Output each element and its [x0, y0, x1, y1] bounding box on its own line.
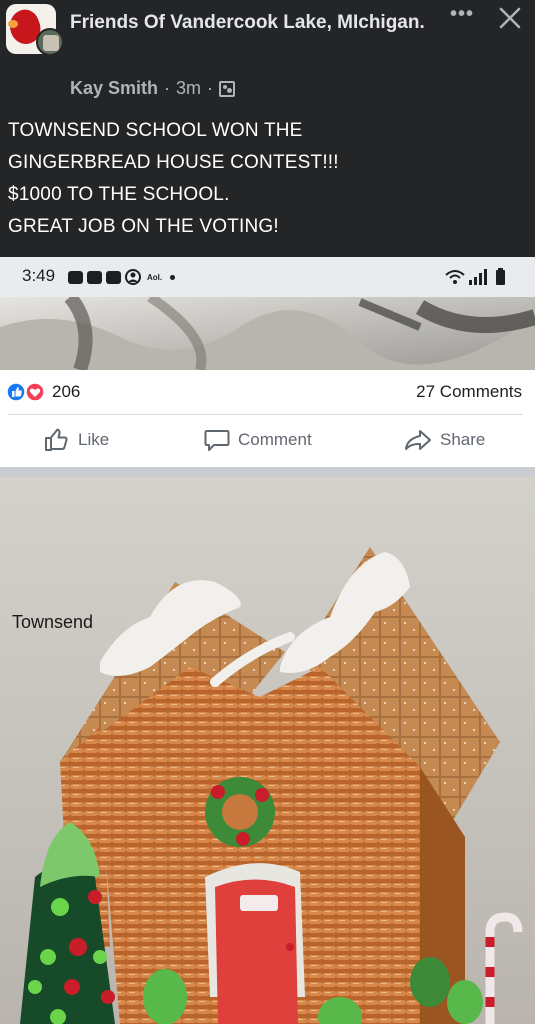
like-button[interactable]: Like	[44, 428, 109, 452]
author-name[interactable]: Kay Smith	[70, 78, 158, 99]
status-time: 3:49	[22, 266, 56, 285]
shared-screenshot[interactable]: 3:49 Aol. 206 27 Comments Like Comment S…	[0, 257, 535, 1024]
post-line: GINGERBREAD HOUSE CONTEST!!!	[8, 152, 339, 173]
notification-icon	[87, 270, 102, 284]
carrier-label: Aol.	[147, 272, 163, 282]
more-icon[interactable]: •••	[448, 4, 476, 28]
post-header: Friends Of Vandercook Lake, MIchigan. Ka…	[0, 0, 535, 257]
comments-count[interactable]: 27 Comments	[416, 382, 522, 402]
share-arrow-icon	[405, 430, 431, 450]
thumbs-up-icon	[45, 428, 68, 451]
group-avatar[interactable]	[6, 4, 64, 56]
account-icon	[125, 269, 141, 285]
gingerbread-house-image	[0, 477, 535, 1024]
post-line: TOWNSEND SCHOOL WON THE	[8, 120, 303, 141]
notification-icon	[68, 270, 83, 284]
group-name[interactable]: Friends Of Vandercook Lake, MIchigan.	[70, 10, 450, 35]
author-avatar[interactable]	[36, 28, 64, 56]
like-label: Like	[78, 430, 110, 449]
comment-icon	[204, 430, 230, 451]
section-divider	[0, 467, 535, 477]
gingerbread-house-photo[interactable]: Townsend	[0, 477, 535, 1024]
comment-label: Comment	[238, 430, 312, 449]
group-members-icon	[219, 80, 236, 97]
meta-separator: ·	[207, 78, 214, 98]
reaction-count[interactable]: 206	[52, 382, 80, 402]
comment-button[interactable]: Comment	[204, 428, 312, 452]
post-meta: Kay Smith · 3m ·	[70, 78, 236, 99]
post-text: TOWNSEND SCHOOL WON THE GINGERBREAD HOUS…	[8, 115, 528, 243]
share-label: Share	[440, 430, 486, 449]
reaction-icons[interactable]	[6, 382, 50, 402]
close-icon[interactable]	[496, 4, 524, 32]
phone-status-bar: 3:49 Aol.	[0, 257, 535, 297]
photo-label: Townsend	[12, 612, 94, 632]
status-dot	[170, 274, 176, 280]
notification-icon	[106, 270, 121, 284]
engagement-stats: 206 27 Comments	[0, 370, 535, 414]
share-button[interactable]: Share	[404, 428, 485, 452]
action-bar: Like Comment Share	[0, 415, 535, 467]
cropped-photo-strip	[0, 297, 535, 370]
post-time[interactable]: 3m	[176, 78, 201, 99]
signal-battery-icons	[445, 268, 505, 285]
post-line: GREAT JOB ON THE VOTING!	[8, 216, 279, 237]
meta-separator: ·	[164, 78, 171, 98]
post-line: $1000 TO THE SCHOOL.	[8, 184, 230, 205]
notification-icons: Aol.	[68, 269, 176, 285]
